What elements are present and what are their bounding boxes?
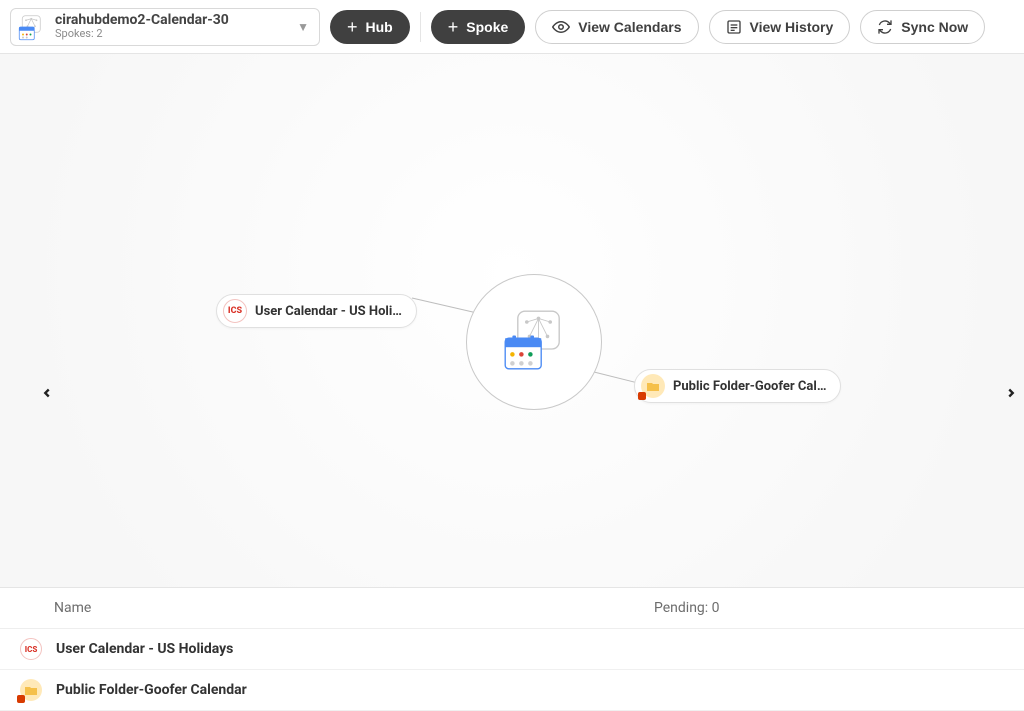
top-toolbar: cirahubdemo2-Calendar-30 Spokes: 2 ▼ + H…: [0, 0, 1024, 54]
view-calendars-label: View Calendars: [578, 19, 681, 35]
spoke-node-public-folder[interactable]: Public Folder-Goofer Cal…: [634, 369, 841, 403]
view-history-button[interactable]: View History: [709, 10, 851, 44]
ics-icon: ICS: [20, 638, 42, 660]
spoke-label: User Calendar - US Holi…: [255, 304, 402, 319]
column-header-pending[interactable]: Pending: 0: [654, 600, 970, 616]
row-name: User Calendar - US Holidays: [56, 641, 233, 657]
table-row[interactable]: ICS User Calendar - US Holidays: [0, 629, 1024, 670]
add-hub-button[interactable]: + Hub: [330, 10, 410, 44]
hub-selector-subtitle: Spokes: 2: [55, 28, 291, 40]
spokes-table: Name Pending: 0 ICS User Calendar - US H…: [0, 587, 1024, 711]
add-spoke-button[interactable]: + Spoke: [431, 10, 526, 44]
hub-selector-title: cirahubdemo2-Calendar-30: [55, 13, 291, 28]
hub-calendar-icon: [17, 12, 47, 42]
ics-icon: ICS: [223, 299, 247, 323]
sync-now-button[interactable]: Sync Now: [860, 10, 985, 44]
hub-selector-dropdown[interactable]: cirahubdemo2-Calendar-30 Spokes: 2 ▼: [10, 8, 320, 46]
toolbar-divider: [420, 12, 421, 42]
plus-icon: +: [448, 18, 459, 36]
list-icon: [726, 19, 742, 35]
next-arrow-icon[interactable]: [1004, 384, 1018, 405]
table-header: Name Pending: 0: [0, 588, 1024, 629]
add-hub-label: Hub: [366, 19, 393, 35]
column-header-name[interactable]: Name: [54, 600, 654, 616]
plus-icon: +: [347, 18, 358, 36]
graph-canvas[interactable]: ICS User Calendar - US Holi… Public Fold…: [0, 54, 1024, 587]
prev-arrow-icon[interactable]: [40, 384, 54, 405]
public-folder-icon: [641, 374, 665, 398]
add-spoke-label: Spoke: [466, 19, 508, 35]
view-history-label: View History: [750, 19, 834, 35]
sync-icon: [877, 19, 893, 35]
row-name: Public Folder-Goofer Calendar: [56, 682, 247, 698]
spoke-label: Public Folder-Goofer Cal…: [673, 379, 826, 394]
sync-now-label: Sync Now: [901, 19, 968, 35]
public-folder-icon: [20, 679, 42, 701]
hub-calendar-icon: [498, 304, 570, 380]
hub-center-node[interactable]: [466, 274, 602, 410]
spoke-node-user-calendar[interactable]: ICS User Calendar - US Holi…: [216, 294, 417, 328]
eye-icon: [552, 18, 570, 36]
view-calendars-button[interactable]: View Calendars: [535, 10, 698, 44]
table-row[interactable]: Public Folder-Goofer Calendar: [0, 670, 1024, 711]
chevron-down-icon: ▼: [297, 20, 309, 34]
